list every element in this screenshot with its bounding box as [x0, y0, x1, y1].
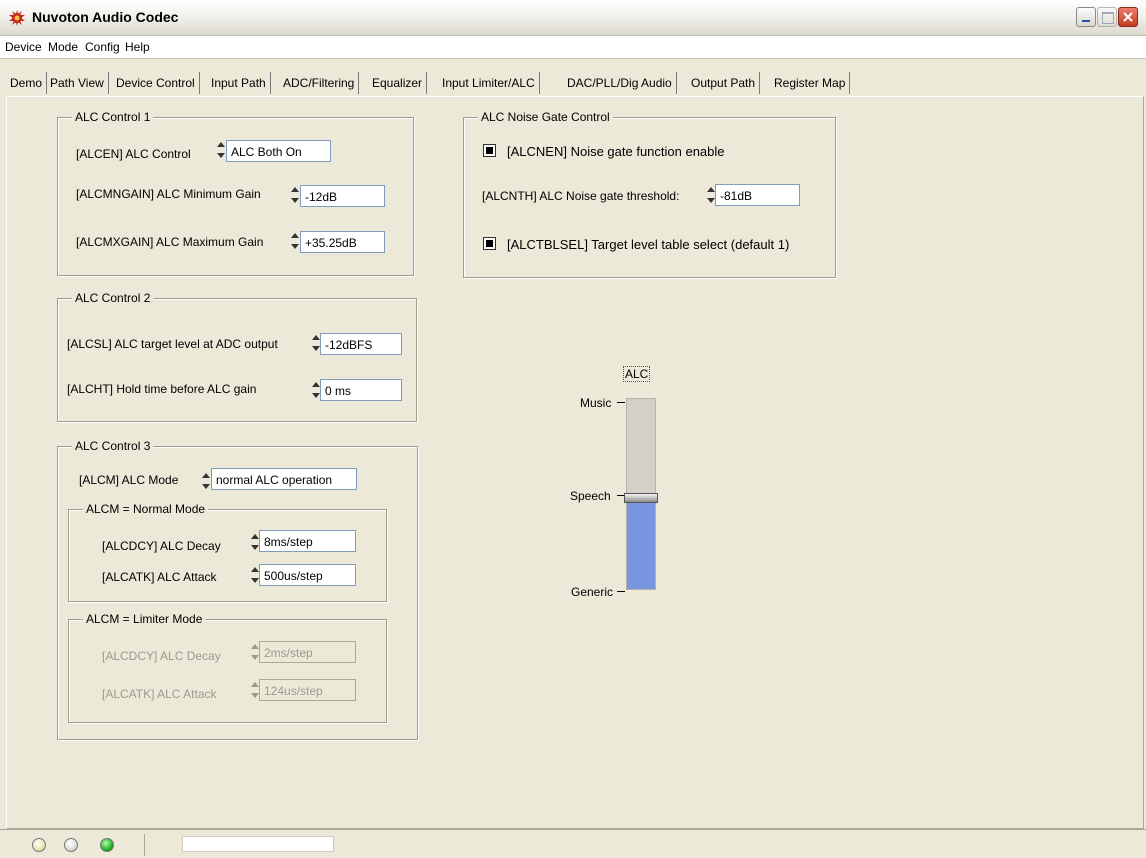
group-title: ALC Control 1 [72, 110, 154, 124]
alcmngain-label: [ALCMNGAIN] ALC Minimum Gain [76, 187, 261, 201]
alc-slider-thumb[interactable] [624, 493, 658, 503]
alcmxgain-label: [ALCMXGAIN] ALC Maximum Gain [76, 235, 264, 249]
status-led-2 [64, 838, 78, 852]
alcht-label: [ALCHT] Hold time before ALC gain [67, 382, 257, 396]
normal-mode-group: ALCM = Normal Mode [68, 502, 387, 602]
normal-attack-label: [ALCATK] ALC Attack [102, 570, 217, 584]
alcmngain-field[interactable]: -12dB [300, 185, 385, 207]
tab-input-path[interactable]: Input Path [207, 72, 271, 94]
alc-slider-label: ALC [623, 366, 651, 382]
tab-demo[interactable]: Demo [6, 72, 48, 94]
alcnen-label: [ALCNEN] Noise gate function enable [507, 144, 725, 159]
menu-mode[interactable]: Mode [48, 40, 78, 54]
alcm-spinner[interactable] [201, 472, 210, 490]
menu-help[interactable]: Help [125, 40, 150, 54]
menu-config[interactable]: Config [85, 40, 120, 54]
menu-device[interactable]: Device [5, 40, 42, 54]
menu-bar: Device Mode Config Help [0, 36, 1146, 59]
minimize-icon [1082, 20, 1090, 22]
group-title: ALC Control 2 [72, 291, 154, 305]
status-bar [0, 829, 1146, 858]
alcnth-field[interactable]: -81dB [715, 184, 800, 206]
alcen-field[interactable]: ALC Both On [226, 140, 331, 162]
status-text-field [182, 836, 334, 852]
alcht-field[interactable]: 0 ms [320, 379, 402, 401]
alcsl-spinner[interactable] [311, 334, 320, 352]
normal-attack-spinner[interactable] [250, 566, 259, 584]
maximize-icon [1102, 12, 1114, 24]
alcen-spinner[interactable] [216, 141, 225, 159]
minimize-button[interactable] [1076, 7, 1096, 27]
alcm-field[interactable]: normal ALC operation [211, 468, 357, 490]
alctblsel-checkbox[interactable] [483, 237, 496, 250]
maximize-button[interactable] [1097, 7, 1117, 27]
alcht-spinner[interactable] [311, 381, 320, 399]
alcnth-label: [ALCNTH] ALC Noise gate threshold: [482, 189, 680, 203]
limiter-attack-label: [ALCATK] ALC Attack [102, 687, 217, 701]
alcen-label: [ALCEN] ALC Control [76, 147, 191, 161]
app-window: Nuvoton Audio Codec Device Mode Config H… [0, 0, 1146, 858]
normal-decay-spinner[interactable] [250, 533, 259, 551]
limiter-decay-spinner [250, 643, 259, 661]
limiter-attack-spinner [250, 681, 259, 699]
alcnen-checkbox[interactable] [483, 144, 496, 157]
normal-decay-label: [ALCDCY] ALC Decay [102, 539, 221, 553]
tab-register-map[interactable]: Register Map [770, 72, 851, 94]
group-title: ALC Noise Gate Control [478, 110, 613, 124]
alcmxgain-spinner[interactable] [290, 232, 299, 250]
alcsl-field[interactable]: -12dBFS [320, 333, 402, 355]
close-icon [1123, 12, 1133, 22]
alcmxgain-field[interactable]: +35.25dB [300, 231, 385, 253]
status-led-3 [100, 838, 114, 852]
alc-slider-track[interactable] [624, 398, 658, 590]
close-button[interactable] [1118, 7, 1138, 27]
app-logo-icon [9, 10, 25, 26]
tab-path-view[interactable]: Path View [46, 72, 109, 94]
limiter-decay-label: [ALCDCY] ALC Decay [102, 649, 221, 663]
status-led-1 [32, 838, 46, 852]
normal-attack-field[interactable]: 500us/step [259, 564, 356, 586]
slider-tick-mark [617, 591, 625, 592]
slider-tick-mark [617, 402, 625, 403]
limiter-decay-field: 2ms/step [259, 641, 356, 663]
alcnth-spinner[interactable] [706, 186, 715, 204]
window-title: Nuvoton Audio Codec [32, 9, 179, 25]
slider-tick-music: Music [580, 396, 612, 410]
normal-decay-field[interactable]: 8ms/step [259, 530, 356, 552]
tab-adc-filtering[interactable]: ADC/Filtering [279, 72, 360, 94]
title-bar: Nuvoton Audio Codec [0, 0, 1146, 36]
group-title: ALC Control 3 [72, 439, 154, 453]
alcmngain-spinner[interactable] [290, 186, 299, 204]
tab-output-path[interactable]: Output Path [687, 72, 761, 94]
limiter-attack-field: 124us/step [259, 679, 356, 701]
tab-input-limiter-alc[interactable]: Input Limiter/ALC [438, 72, 540, 94]
alcm-label: [ALCM] ALC Mode [79, 473, 179, 487]
limiter-mode-group: ALCM = Limiter Mode [68, 612, 387, 723]
alc-control-2-group: ALC Control 2 [57, 291, 417, 422]
group-title: ALCM = Normal Mode [83, 502, 209, 516]
alctblsel-label: [ALCTBLSEL] Target level table select (d… [507, 237, 790, 252]
tab-dac-pll-dig-audio[interactable]: DAC/PLL/Dig Audio [563, 72, 677, 94]
tab-device-control[interactable]: Device Control [112, 72, 200, 94]
alc-slider-fill [627, 498, 655, 589]
group-title: ALCM = Limiter Mode [83, 612, 206, 626]
alcsl-label: [ALCSL] ALC target level at ADC output [67, 337, 278, 351]
slider-tick-speech: Speech [570, 489, 611, 503]
tab-equalizer[interactable]: Equalizer [368, 72, 428, 94]
status-divider [144, 834, 145, 856]
slider-tick-generic: Generic [571, 585, 614, 599]
